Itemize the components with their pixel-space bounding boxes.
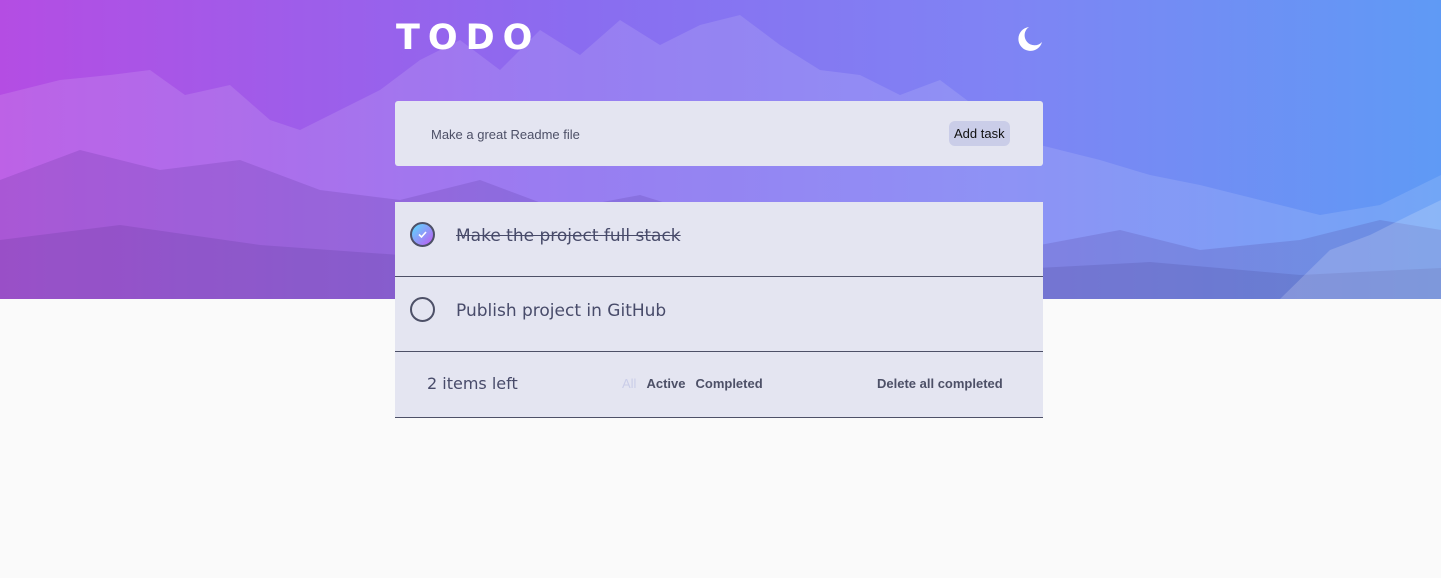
delete-completed-button[interactable]: Delete all completed	[877, 376, 1003, 391]
task-checkbox-checked[interactable]	[410, 222, 435, 247]
theme-toggle-button[interactable]	[1015, 24, 1045, 54]
todo-list: Make the project full stack Publish proj…	[395, 202, 1043, 418]
checkmark-icon	[418, 231, 427, 239]
task-text: Publish project in GitHub	[456, 301, 667, 321]
filter-completed[interactable]: Completed	[695, 376, 762, 391]
filter-active[interactable]: Active	[646, 376, 685, 391]
list-footer: 2 items left All Active Completed Delete…	[395, 352, 1043, 418]
new-task-form: Add task	[395, 101, 1043, 166]
new-task-input[interactable]	[429, 121, 913, 147]
todo-item[interactable]: Publish project in GitHub	[395, 277, 1043, 352]
moon-icon	[1018, 27, 1042, 51]
filter-group: All Active Completed	[622, 376, 763, 391]
task-text: Make the project full stack	[456, 226, 681, 246]
page-title: TODO	[396, 18, 541, 58]
task-checkbox[interactable]	[410, 297, 435, 322]
filter-all[interactable]: All	[622, 376, 636, 391]
add-task-button[interactable]: Add task	[949, 121, 1010, 146]
todo-item[interactable]: Make the project full stack	[395, 202, 1043, 277]
items-left-count: 2 items left	[427, 374, 518, 393]
